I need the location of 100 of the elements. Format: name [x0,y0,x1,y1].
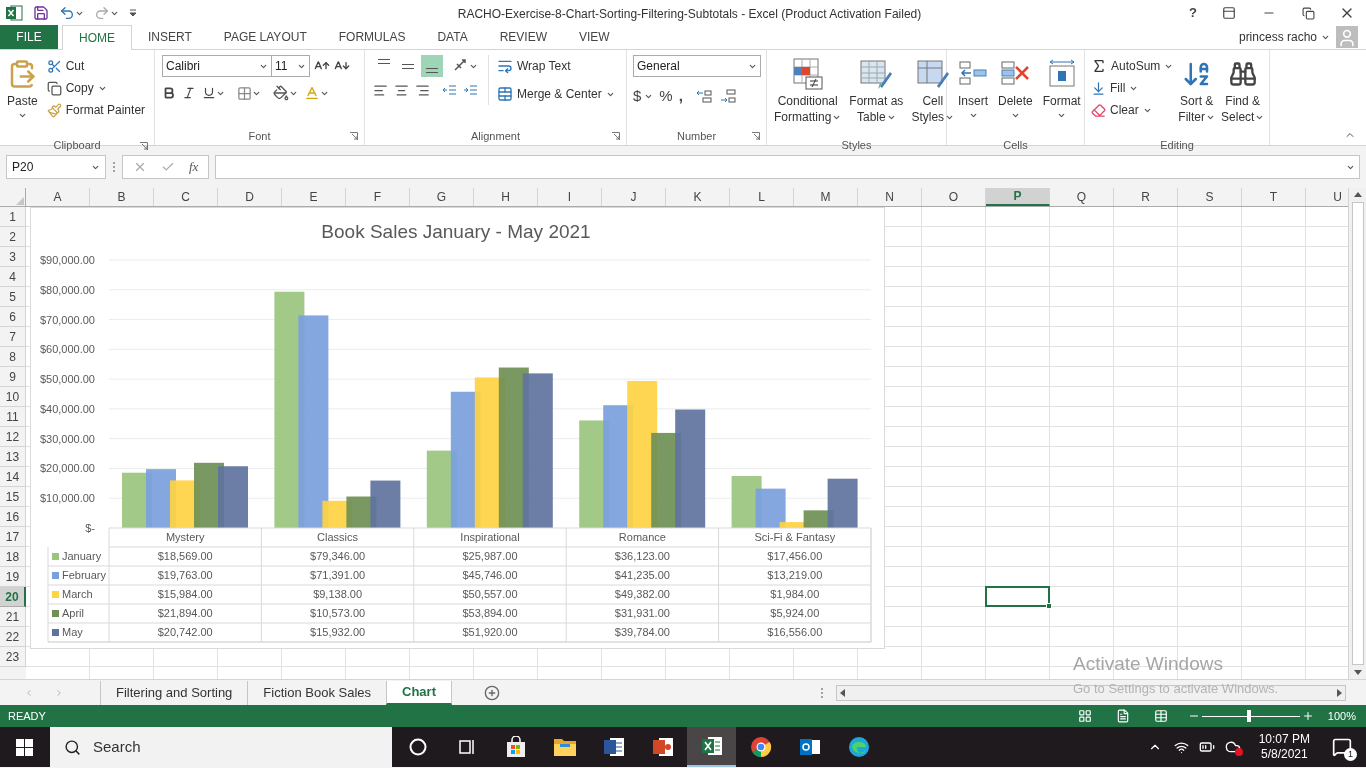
insert-function-button[interactable]: fx [189,157,199,177]
page-break-view-icon[interactable] [1153,709,1168,723]
vertical-scrollbar[interactable] [1348,188,1366,679]
row-header[interactable]: 7 [0,327,26,347]
page-layout-view-icon[interactable] [1115,709,1130,723]
wifi-icon[interactable] [1173,739,1189,755]
ribbon-tab[interactable]: VIEW [563,25,626,49]
merge-center-button[interactable]: Merge & Center [495,83,617,105]
task-view-icon[interactable] [456,737,477,757]
edge-icon[interactable] [847,736,870,758]
sheet-tab[interactable]: Filtering and Sorting [100,680,248,705]
cloud-error-icon[interactable] [1224,739,1241,755]
cells-button[interactable]: Delete [995,55,1036,137]
dialog-launcher-icon[interactable] [140,142,148,150]
row-header[interactable]: 9 [0,367,26,387]
row-header[interactable]: 1 [0,207,26,227]
row-header[interactable]: 23 [0,647,26,667]
row-header[interactable]: 2 [0,227,26,247]
cortana-icon[interactable] [407,737,428,757]
column-header[interactable]: P [986,188,1050,206]
font-color-icon[interactable] [304,85,320,101]
row-header[interactable]: 10 [0,387,26,407]
row-header[interactable]: 20 [0,587,26,607]
align-left-icon[interactable] [373,83,388,98]
column-header[interactable]: S [1178,188,1242,206]
start-icon[interactable] [16,738,33,756]
customize-toolbar-icon[interactable] [129,9,137,17]
editing-button[interactable]: Sort & Filter [1175,55,1219,137]
normal-view-icon[interactable] [1077,709,1092,723]
row-header[interactable]: 15 [0,487,26,507]
column-header[interactable]: H [474,188,538,206]
currency-button[interactable]: $ [633,85,654,108]
row-header[interactable]: 5 [0,287,26,307]
row-header[interactable]: 12 [0,427,26,447]
formula-input[interactable] [215,155,1360,179]
comma-button[interactable]: , [678,85,683,108]
align-right-icon[interactable] [415,83,430,98]
ribbon-tab[interactable]: FORMULAS [322,25,422,49]
row-header[interactable]: 16 [0,507,26,527]
editing-button[interactable]: Find & Select [1218,55,1268,137]
zoom-in-icon[interactable] [1301,710,1314,722]
battery-icon[interactable] [1198,739,1215,755]
row-header[interactable]: 8 [0,347,26,367]
row-header[interactable]: 3 [0,247,26,267]
column-header[interactable]: M [794,188,858,206]
column-header[interactable]: Q [1050,188,1114,206]
borders-icon[interactable] [237,85,252,101]
cells-button[interactable]: Insert [955,55,991,137]
column-header[interactable]: D [218,188,282,206]
wrap-text-button[interactable]: Wrap Text [495,55,617,77]
scroll-right-icon[interactable] [1335,687,1343,698]
scroll-left-icon[interactable] [839,687,847,698]
vertical-align-button[interactable] [421,55,443,77]
percent-button[interactable]: % [659,85,673,108]
autosum-button[interactable]: AutoSum [1089,55,1176,77]
row-header[interactable]: 19 [0,567,26,587]
ribbon-tab[interactable]: REVIEW [483,25,563,49]
store-icon[interactable] [504,736,527,758]
folder-icon[interactable] [552,737,577,757]
column-header[interactable]: G [410,188,474,206]
taskbar-button[interactable] [687,727,736,767]
file-tab[interactable]: FILE [0,25,58,49]
search-field[interactable]: Search [50,727,392,767]
row-header[interactable]: 4 [0,267,26,287]
scroll-thumb[interactable] [1351,202,1364,665]
dialog-launcher-icon[interactable] [752,132,760,140]
column-header[interactable]: C [154,188,218,206]
fill-color-icon[interactable] [273,85,289,101]
name-box[interactable]: P20 [6,155,106,179]
cells-button[interactable]: Format [1039,55,1084,137]
row-header[interactable]: 13 [0,447,26,467]
row-header[interactable]: 22 [0,627,26,647]
underline-icon[interactable] [202,86,216,100]
style-button[interactable]: Format as Table [846,55,907,137]
column-header[interactable]: R [1114,188,1178,206]
decrease-decimal-icon[interactable] [718,88,737,105]
style-button[interactable]: Conditional Formatting [771,55,845,137]
font-size-field[interactable]: 11 [272,55,310,77]
word-icon[interactable] [602,736,625,758]
column-header[interactable]: I [538,188,602,206]
column-header[interactable]: B [90,188,154,206]
restore-icon[interactable] [1302,6,1315,20]
undo-icon[interactable] [59,5,75,21]
row-header[interactable]: 18 [0,547,26,567]
row-header[interactable]: 6 [0,307,26,327]
zoom-slider[interactable] [1201,709,1300,723]
row-header[interactable]: 21 [0,607,26,627]
increase-decimal-icon[interactable] [694,88,713,105]
row-header[interactable]: 14 [0,467,26,487]
align-center-icon[interactable] [394,83,409,98]
style-button[interactable]: Cell Styles [908,55,958,137]
number-format-field[interactable]: General [633,55,761,77]
chrome-icon[interactable] [749,736,772,758]
row-header[interactable]: 11 [0,407,26,427]
add-sheet-icon[interactable] [483,684,500,701]
column-header[interactable]: A [26,188,90,206]
row-header[interactable]: 17 [0,527,26,547]
ribbon-tab[interactable]: INSERT [132,25,208,49]
outlook-icon[interactable] [798,736,821,758]
column-header[interactable]: J [602,188,666,206]
